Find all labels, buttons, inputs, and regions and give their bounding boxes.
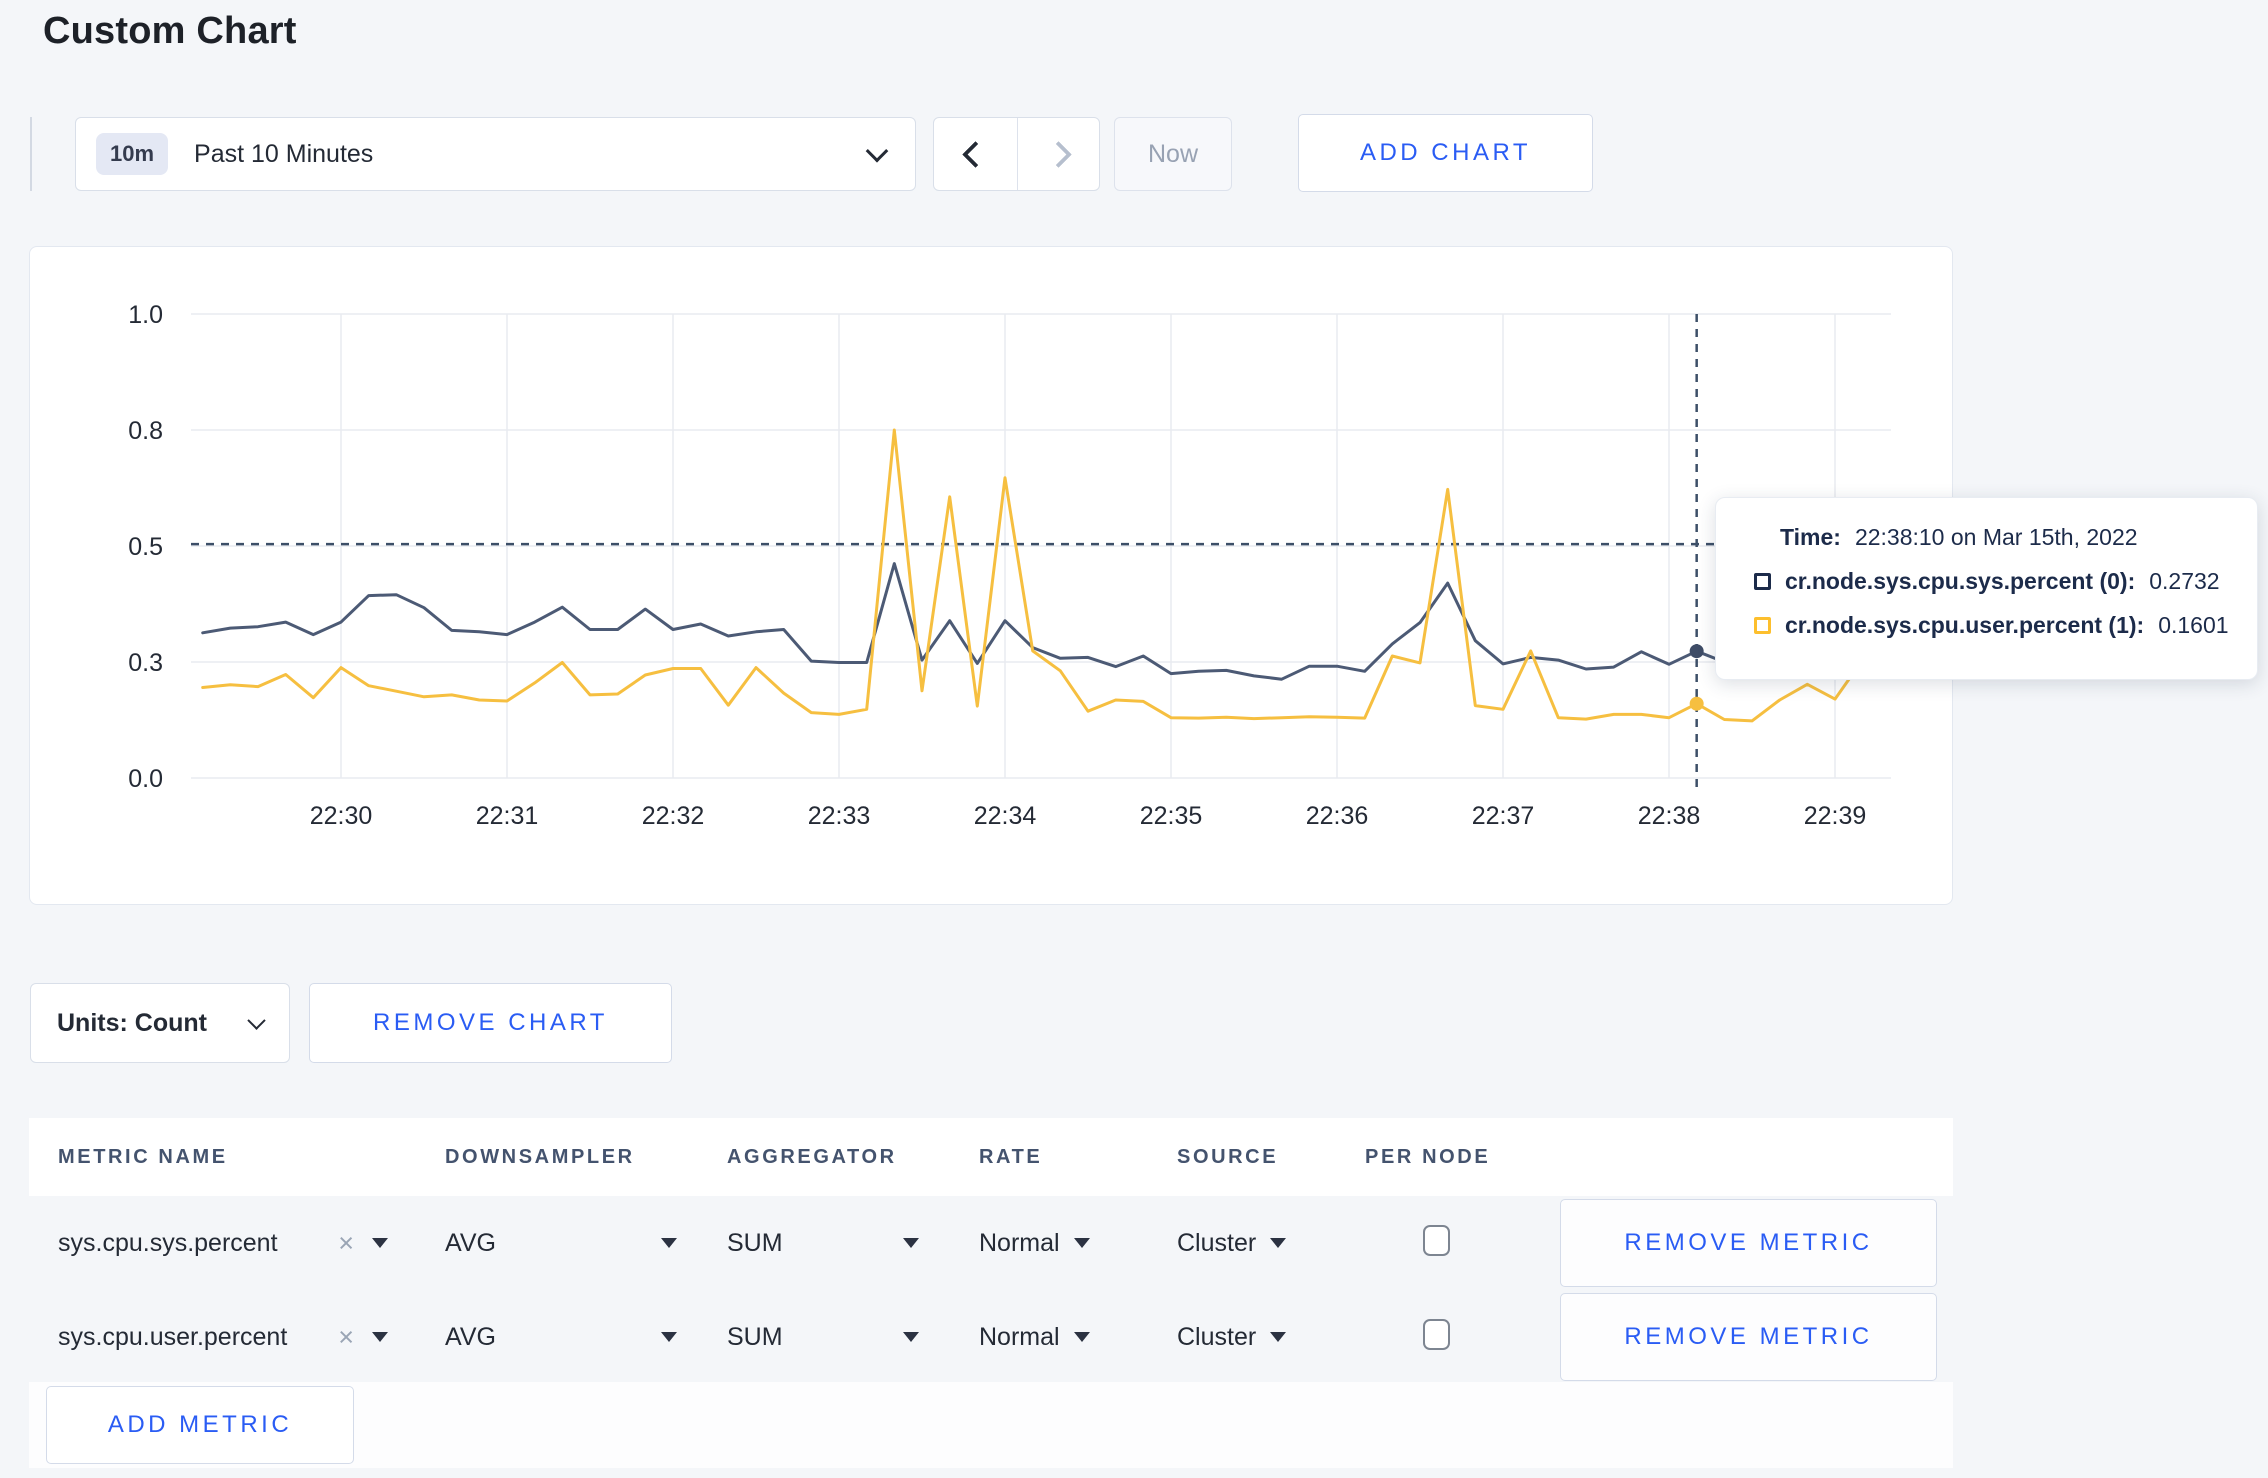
add-metric-button[interactable]: ADD METRIC <box>46 1386 354 1464</box>
source-select[interactable]: Cluster <box>1177 1323 1365 1352</box>
tooltip-series-label: cr.node.sys.cpu.user.percent (1): <box>1785 612 2145 638</box>
add-chart-button[interactable]: ADD CHART <box>1298 114 1593 192</box>
units-select[interactable]: Units: Count <box>30 983 290 1063</box>
chart-tooltip: Time: 22:38:10 on Mar 15th, 2022 cr.node… <box>1715 497 2258 680</box>
svg-text:22:31: 22:31 <box>476 802 539 830</box>
metric-row: sys.cpu.user.percent × AVG SUM Normal Cl… <box>29 1290 1953 1384</box>
metrics-table-header: METRIC NAME DOWNSAMPLER AGGREGATOR RATE … <box>29 1118 1953 1196</box>
metric-name-value: sys.cpu.sys.percent <box>58 1228 278 1257</box>
tooltip-series-label: cr.node.sys.cpu.sys.percent (0): <box>1785 568 2136 594</box>
metric-name-select[interactable]: sys.cpu.sys.percent × <box>58 1228 388 1259</box>
per-node-checkbox[interactable] <box>1423 1319 1450 1350</box>
column-header-source: SOURCE <box>1177 1145 1279 1168</box>
chart-card: 0.0 0.3 0.5 0.8 1.0 22:30 22:31 22:32 22:33 22:34… <box>29 246 1953 905</box>
svg-text:0.0: 0.0 <box>128 765 163 793</box>
svg-text:22:38: 22:38 <box>1638 802 1701 830</box>
caret-down-icon <box>903 1238 919 1248</box>
svg-text:22:34: 22:34 <box>974 802 1037 830</box>
source-select[interactable]: Cluster <box>1177 1229 1365 1258</box>
caret-down-icon <box>661 1238 677 1248</box>
svg-text:22:32: 22:32 <box>642 802 705 830</box>
time-range-select[interactable]: 10m Past 10 Minutes <box>75 117 916 191</box>
remove-metric-button[interactable]: REMOVE METRIC <box>1560 1293 1937 1381</box>
svg-text:22:39: 22:39 <box>1804 802 1867 830</box>
aggregator-value: SUM <box>727 1322 783 1351</box>
chart-canvas[interactable]: 0.0 0.3 0.5 0.8 1.0 22:30 22:31 22:32 22:33 22:34… <box>30 247 1954 906</box>
metric-name-select[interactable]: sys.cpu.user.percent × <box>58 1322 388 1353</box>
metric-name-value: sys.cpu.user.percent <box>58 1322 288 1351</box>
svg-text:22:33: 22:33 <box>808 802 871 830</box>
per-node-checkbox[interactable] <box>1423 1225 1450 1256</box>
svg-text:0.5: 0.5 <box>128 533 163 561</box>
svg-text:22:37: 22:37 <box>1472 802 1535 830</box>
svg-text:0.3: 0.3 <box>128 649 163 677</box>
units-label: Units: Count <box>57 1008 207 1037</box>
column-header-downsampler: DOWNSAMPLER <box>445 1145 635 1168</box>
time-range-label: Past 10 Minutes <box>194 139 374 168</box>
toolbar-divider <box>30 117 32 191</box>
rate-value: Normal <box>979 1322 1060 1351</box>
column-header-aggregator: AGGREGATOR <box>727 1145 897 1168</box>
now-button[interactable]: Now <box>1114 117 1232 191</box>
rate-value: Normal <box>979 1228 1060 1257</box>
column-header-metric-name: METRIC NAME <box>58 1145 228 1168</box>
downsampler-value: AVG <box>445 1228 496 1257</box>
tooltip-time-row: Time: 22:38:10 on Mar 15th, 2022 <box>1780 524 2257 551</box>
caret-down-icon <box>372 1332 388 1342</box>
caret-down-icon <box>1073 1332 1090 1342</box>
metric-row: sys.cpu.sys.percent × AVG SUM Normal Clu… <box>29 1196 1953 1290</box>
tooltip-time-label: Time: <box>1780 524 1841 550</box>
column-header-rate: RATE <box>979 1145 1043 1168</box>
tooltip-time-value: 22:38:10 on Mar 15th, 2022 <box>1854 524 2138 550</box>
caret-down-icon <box>1073 1238 1090 1248</box>
prev-range-button[interactable] <box>934 118 1017 190</box>
next-range-button[interactable] <box>1016 118 1100 190</box>
downsampler-select[interactable]: AVG <box>445 1323 677 1352</box>
svg-text:1.0: 1.0 <box>128 301 163 329</box>
remove-chart-button[interactable]: REMOVE CHART <box>309 983 672 1063</box>
time-pager <box>933 117 1100 191</box>
tooltip-series-row: cr.node.sys.cpu.user.percent (1): 0.1601 <box>1754 612 2257 639</box>
source-value: Cluster <box>1177 1322 1257 1351</box>
caret-down-icon <box>661 1332 677 1342</box>
time-range-badge: 10m <box>96 133 169 175</box>
tooltip-series-value: 0.1601 <box>2158 612 2229 638</box>
column-header-per-node: PER NODE <box>1365 1145 1491 1168</box>
clear-icon[interactable]: × <box>338 1322 354 1353</box>
chevron-down-icon <box>247 1010 266 1030</box>
chevron-left-icon <box>961 140 989 168</box>
clear-icon[interactable]: × <box>338 1228 354 1259</box>
rate-select[interactable]: Normal <box>979 1323 1177 1352</box>
source-value: Cluster <box>1177 1228 1257 1257</box>
remove-metric-button[interactable]: REMOVE METRIC <box>1560 1199 1937 1287</box>
downsampler-value: AVG <box>445 1322 496 1351</box>
aggregator-value: SUM <box>727 1228 783 1257</box>
chevron-down-icon <box>865 139 889 163</box>
tooltip-series-value: 0.2732 <box>2149 568 2220 594</box>
tooltip-series-row: cr.node.sys.cpu.sys.percent (0): 0.2732 <box>1754 568 2257 595</box>
aggregator-select[interactable]: SUM <box>727 1229 919 1258</box>
caret-down-icon <box>1270 1332 1287 1342</box>
aggregator-select[interactable]: SUM <box>727 1323 919 1352</box>
series-swatch-icon <box>1754 617 1771 634</box>
rate-select[interactable]: Normal <box>979 1229 1177 1258</box>
downsampler-select[interactable]: AVG <box>445 1229 677 1258</box>
caret-down-icon <box>1270 1238 1287 1248</box>
svg-text:22:30: 22:30 <box>310 802 373 830</box>
svg-text:22:36: 22:36 <box>1306 802 1369 830</box>
chevron-right-icon <box>1044 140 1072 168</box>
svg-text:22:35: 22:35 <box>1140 802 1203 830</box>
page-title: Custom Chart <box>43 10 297 52</box>
series-swatch-icon <box>1754 573 1771 590</box>
caret-down-icon <box>903 1332 919 1342</box>
svg-text:0.8: 0.8 <box>128 417 163 445</box>
caret-down-icon <box>372 1238 388 1248</box>
